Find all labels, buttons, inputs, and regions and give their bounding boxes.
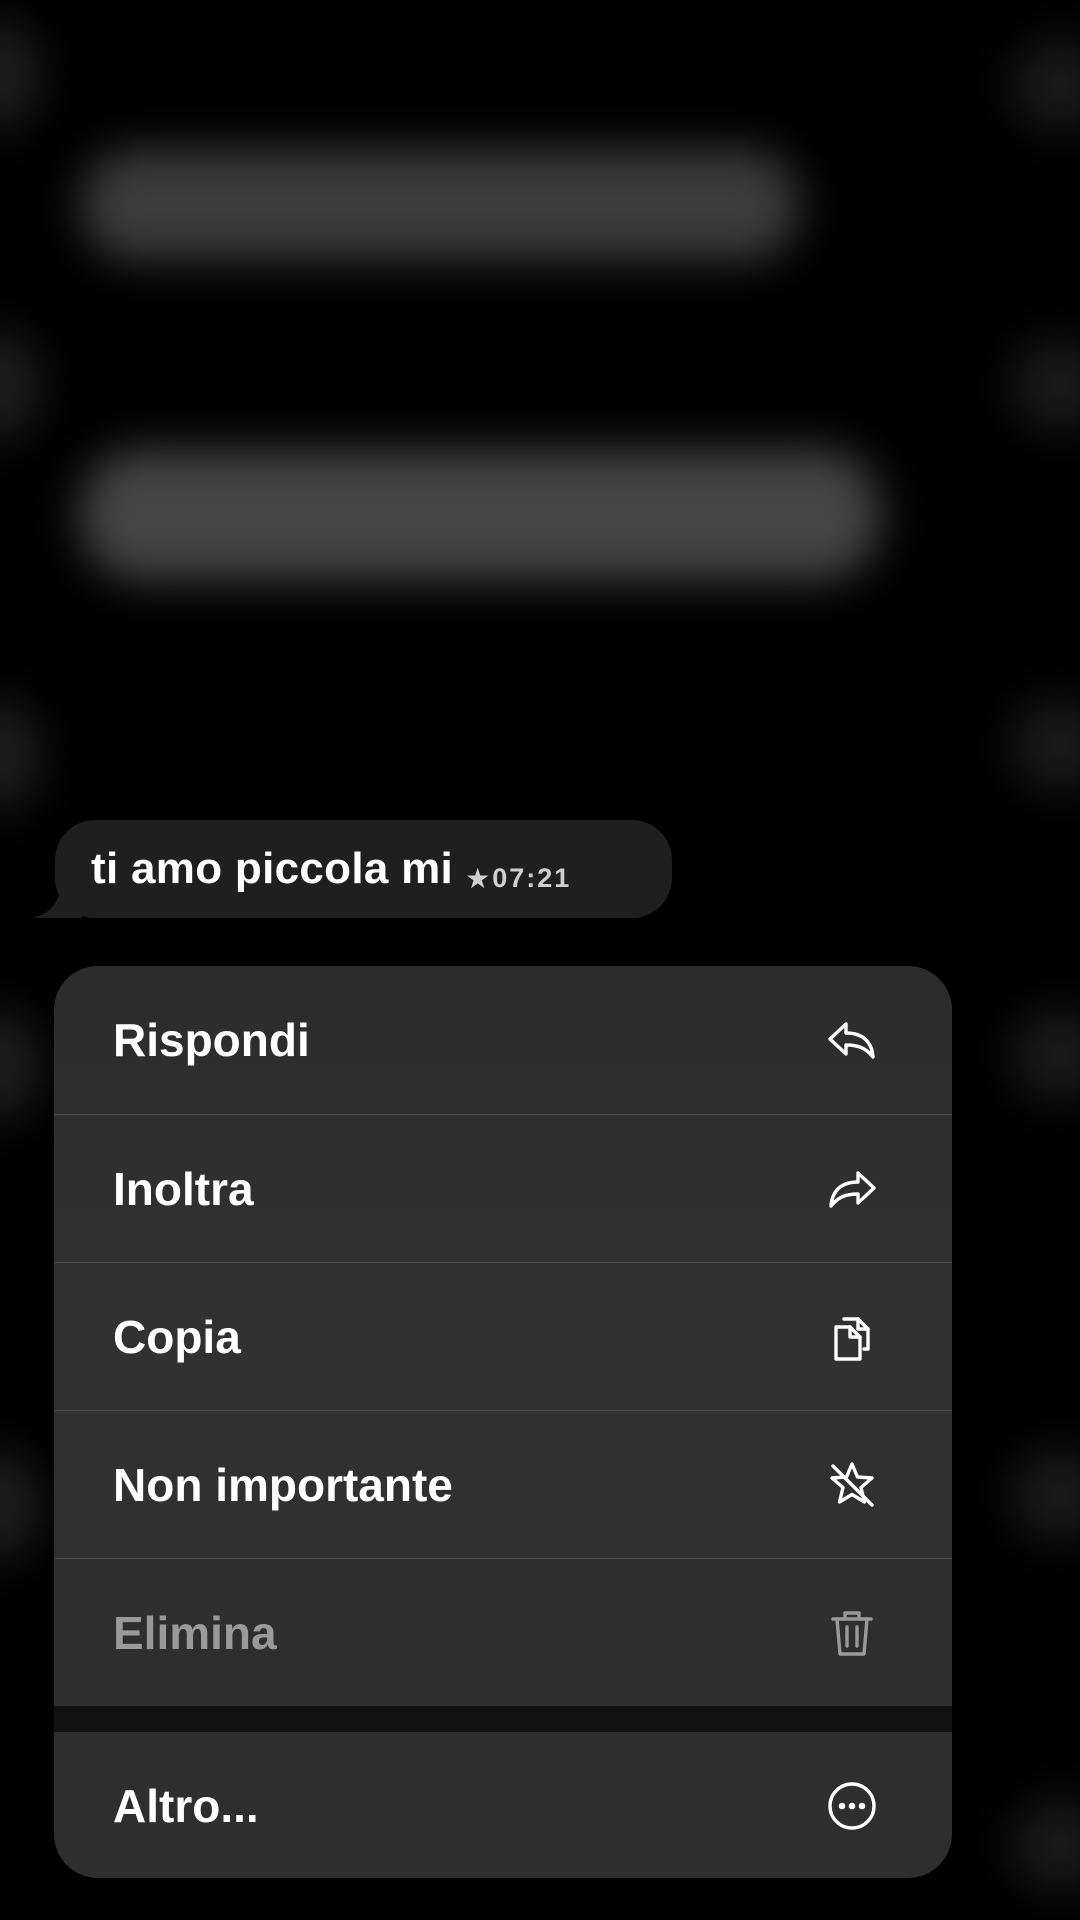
menu-item-label: Copia bbox=[113, 1310, 241, 1363]
forward-menu-item[interactable]: Inoltra bbox=[54, 1114, 952, 1262]
reply-menu-item[interactable]: Rispondi bbox=[54, 966, 952, 1114]
more-icon bbox=[824, 1778, 880, 1834]
menu-separator bbox=[54, 1706, 952, 1732]
unstar-menu-item[interactable]: Non importante bbox=[54, 1410, 952, 1558]
menu-item-label: Elimina bbox=[113, 1606, 277, 1659]
reply-icon bbox=[824, 1012, 880, 1068]
message-bubble[interactable]: ti amo piccola mi ★ 07:21 bbox=[55, 820, 672, 918]
message-text: ti amo piccola mi bbox=[91, 844, 454, 893]
menu-actions: Rispondi Inoltra Copia Non importante El… bbox=[54, 966, 952, 1706]
menu-item-label: Rispondi bbox=[113, 1014, 310, 1066]
message-time: 07:21 bbox=[492, 862, 572, 893]
more-menu-item[interactable]: Altro... bbox=[54, 1732, 952, 1878]
copy-menu-item[interactable]: Copia bbox=[54, 1262, 952, 1410]
menu-item-label: Non importante bbox=[113, 1458, 453, 1511]
menu-item-label: Inoltra bbox=[113, 1162, 254, 1215]
message-meta: ★ 07:21 bbox=[465, 862, 571, 895]
forward-icon bbox=[824, 1161, 880, 1217]
copy-icon bbox=[824, 1309, 880, 1365]
unstar-icon bbox=[824, 1457, 880, 1513]
menu-item-label: Altro... bbox=[113, 1780, 259, 1832]
delete-menu-item: Elimina bbox=[54, 1558, 952, 1706]
star-icon: ★ bbox=[465, 862, 491, 894]
trash-icon bbox=[824, 1605, 880, 1661]
chat-screen: ti amo piccola mi ★ 07:21 Rispondi Inolt… bbox=[0, 0, 1080, 1920]
context-menu: Rispondi Inoltra Copia Non importante El… bbox=[54, 966, 952, 1878]
